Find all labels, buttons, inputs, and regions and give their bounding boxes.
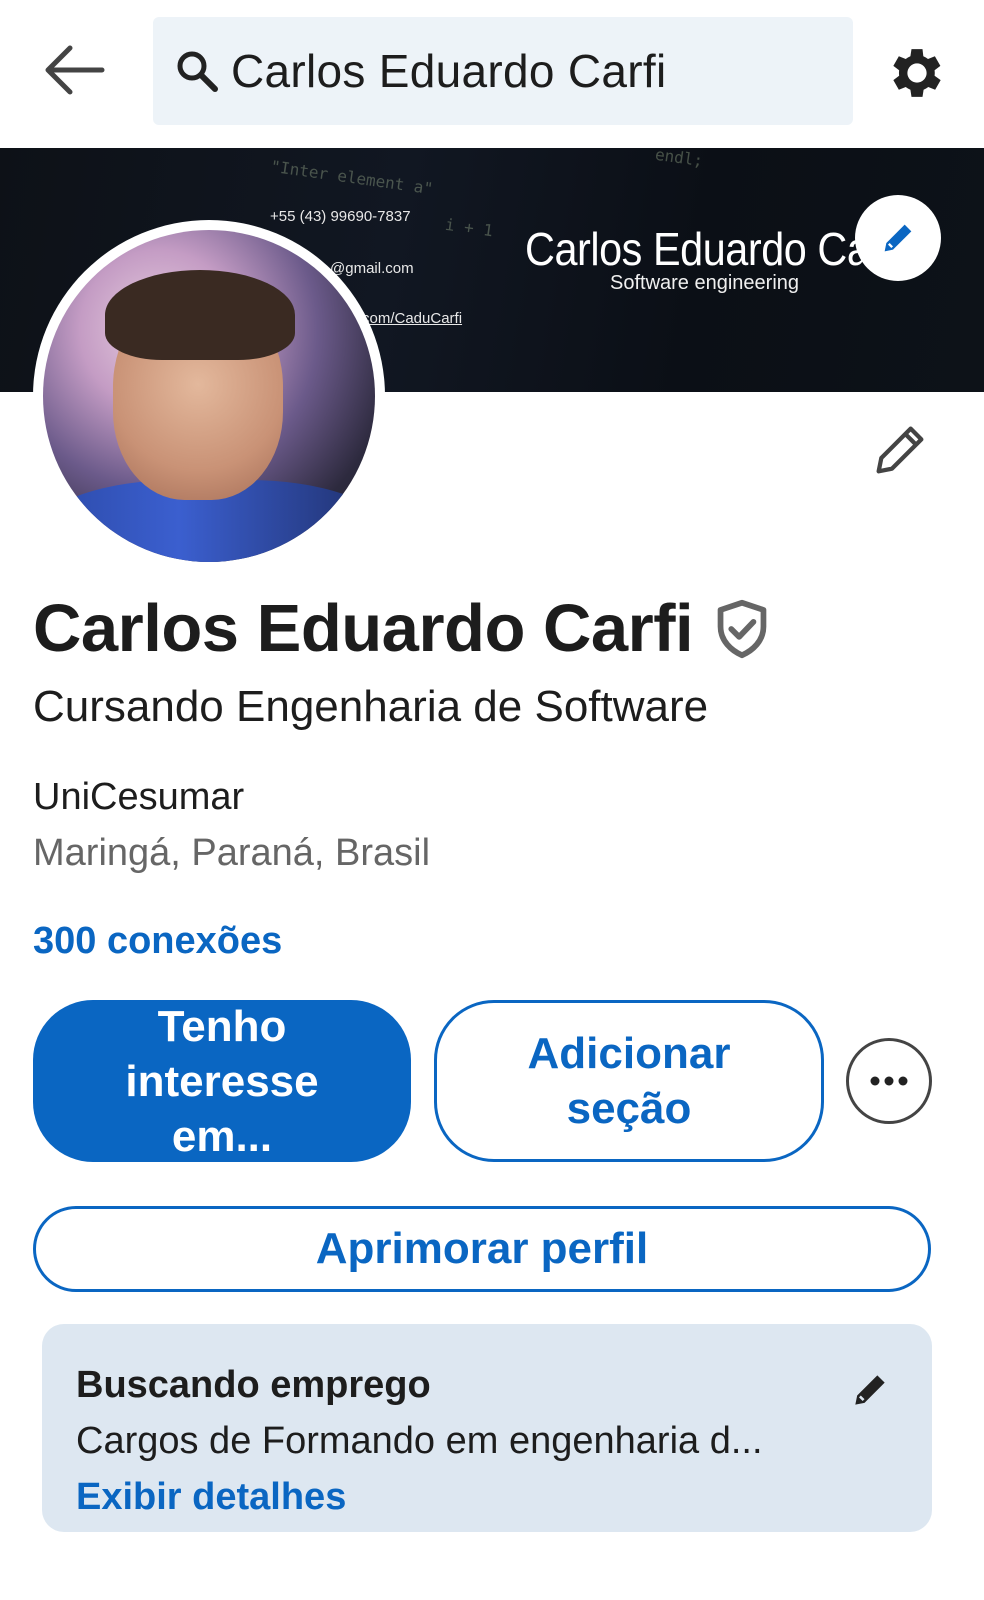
profile-name-row: Carlos Eduardo Carfi xyxy=(33,590,771,667)
pencil-icon xyxy=(884,224,912,252)
profile-headline: Cursando Engenharia de Software xyxy=(33,682,709,731)
open-to-work-card: Buscando emprego Cargos de Formando em e… xyxy=(42,1324,932,1532)
search-query[interactable]: Carlos Eduardo Carfi xyxy=(231,44,667,98)
connections-link[interactable]: 300 conexões xyxy=(33,920,282,963)
banner-link: com/CaduCarfi xyxy=(362,310,463,327)
verified-shield-icon[interactable] xyxy=(713,598,771,660)
banner-code-text: i + 1 xyxy=(443,214,495,241)
add-section-button[interactable]: Adicionar seção xyxy=(434,1000,824,1162)
avatar[interactable] xyxy=(33,220,385,572)
open-to-button[interactable]: Tenho interesse em... xyxy=(33,1000,411,1162)
back-arrow-icon[interactable] xyxy=(40,40,110,100)
show-details-link[interactable]: Exibir detalhes xyxy=(76,1476,346,1519)
profile-photo xyxy=(43,230,375,562)
edit-banner-button[interactable] xyxy=(855,195,941,281)
banner-code-text: "Inter element a" xyxy=(269,156,435,199)
card-title: Buscando emprego xyxy=(76,1364,431,1406)
improve-profile-button[interactable]: Aprimorar perfil xyxy=(33,1206,931,1292)
more-options-button[interactable] xyxy=(846,1038,932,1124)
profile-location: Maringá, Paraná, Brasil xyxy=(33,832,431,874)
gear-icon[interactable] xyxy=(884,40,950,106)
search-bar[interactable]: Carlos Eduardo Carfi xyxy=(153,17,853,125)
banner-name: Carlos Eduardo Ca xyxy=(525,223,870,275)
profile-school[interactable]: UniCesumar xyxy=(33,776,244,819)
search-icon xyxy=(177,51,218,92)
edit-card-pencil-icon[interactable] xyxy=(848,1368,892,1412)
banner-role: Software engineering xyxy=(610,272,800,294)
edit-profile-pencil-icon[interactable] xyxy=(868,418,932,482)
profile-name: Carlos Eduardo Carfi xyxy=(33,591,694,666)
top-bar: Carlos Eduardo Carfi xyxy=(0,0,984,146)
banner-email: @gmail.com xyxy=(330,260,414,277)
ellipsis-icon xyxy=(870,1076,908,1086)
banner-phone: +55 (43) 99690-7837 xyxy=(270,208,411,225)
card-description: Cargos de Formando em engenharia d... xyxy=(76,1420,763,1462)
banner-code-text: endl; xyxy=(653,148,705,171)
